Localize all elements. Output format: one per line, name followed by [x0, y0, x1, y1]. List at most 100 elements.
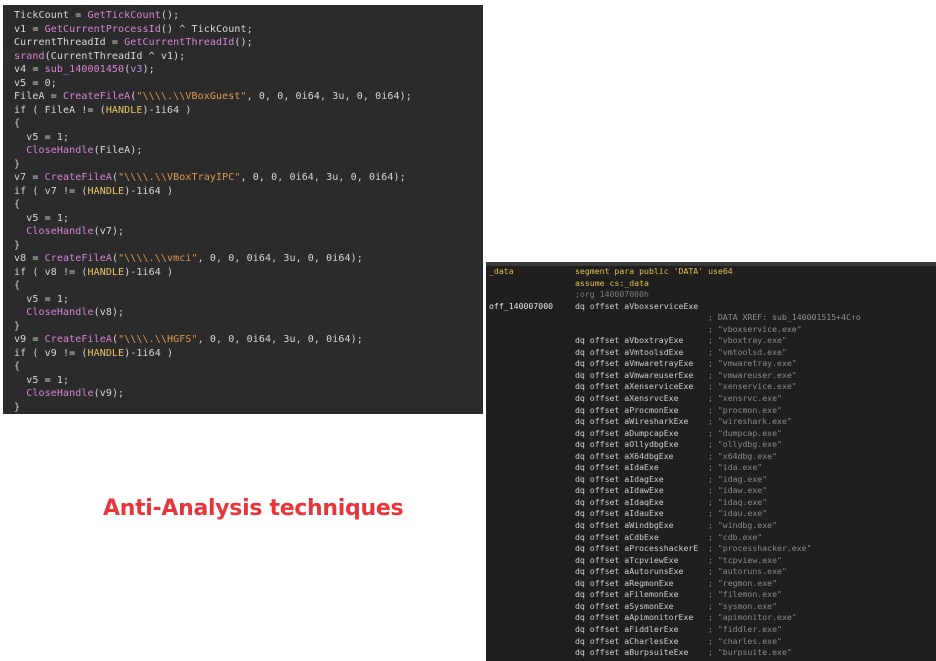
- dq-directive: dq offset: [575, 369, 625, 380]
- symbol-name: aAutorunsExe: [624, 566, 684, 577]
- asm-entry-instr: dq offset aSysmonExe: [575, 601, 674, 613]
- code-line: CloseHandle(v8);: [26, 307, 125, 318]
- process-name-string: "ida.exe": [717, 462, 763, 473]
- pseudocode-panel: TickCount = GetTickCount(); v1 = GetCurre…: [3, 5, 483, 414]
- symbol-name: aBurpsuiteExe: [624, 647, 689, 658]
- code-line: v9 = CreateFileA("\\\\.\\HGFS", 0, 0, 0i…: [14, 334, 363, 345]
- comment-marker: ;: [708, 404, 718, 415]
- asm-entry-instr: dq offset aIdaqExe: [575, 497, 664, 509]
- symbol-name: aCdbExe: [624, 531, 659, 542]
- process-name-string: "vmwaretray.exe": [717, 358, 797, 369]
- asm-entry: dq offset aCdbExe; "cdb.exe": [486, 532, 936, 544]
- asm-entry-instr: dq offset aFilemonExe: [575, 589, 679, 601]
- string-comment: ; "fiddler.exe": [708, 624, 782, 636]
- asm-entry-instr: dq offset aBurpsuiteExe: [575, 647, 688, 659]
- string-comment: ; "x64dbg.exe": [708, 451, 777, 463]
- process-name-string: "idaq.exe": [717, 496, 768, 507]
- asm-entry: dq offset aXenserviceExe; "xenservice.ex…: [486, 381, 936, 393]
- dq-directive: dq offset: [575, 554, 625, 565]
- asm-entry: dq offset aVmtoolsdExe; "vmtoolsd.exe": [486, 347, 936, 359]
- process-name-string: "idag.exe": [717, 473, 768, 484]
- process-name-string: "burpsuite.exe": [717, 647, 792, 658]
- dq-directive: dq offset: [575, 439, 625, 450]
- asm-entry-instr: dq offset aProcesshackerE: [575, 543, 698, 555]
- process-name-string: "autoruns.exe": [717, 566, 787, 577]
- code-line: {: [14, 118, 21, 129]
- code-line: v7 = CreateFileA("\\\\.\\VBoxTrayIPC", 0…: [14, 172, 406, 183]
- symbol-name: aIdaqExe: [624, 496, 664, 507]
- process-name-string: "vmtoolsd.exe": [717, 346, 787, 357]
- dq-directive: dq offset: [575, 381, 625, 392]
- process-name-string: "fiddler.exe": [717, 623, 782, 634]
- comment-marker: ;: [708, 577, 718, 588]
- string-comment: ; "autoruns.exe": [708, 566, 787, 578]
- asm-entry-instr: dq offset aCharlesExe: [575, 636, 679, 648]
- dq-directive: dq offset: [575, 496, 625, 507]
- dq-directive: dq offset: [575, 531, 625, 542]
- asm-entry-instr: dq offset aVmwareuserExe: [575, 370, 693, 382]
- symbol-name: aWindbgExe: [624, 520, 674, 531]
- code-line: v5 = 1;: [14, 293, 70, 305]
- string-comment: ; "vboxtray.exe": [708, 335, 787, 347]
- symbol-name: aIdawExe: [624, 485, 664, 496]
- code-line: {: [14, 199, 21, 210]
- asm-entry-instr: dq offset aIdawExe: [575, 485, 664, 497]
- asm-entry: dq offset aWindbgExe; "windbg.exe": [486, 520, 936, 532]
- symbol-name: aFiddlerExe: [624, 623, 679, 634]
- string-comment: ; "processhacker.exe": [708, 543, 812, 555]
- asm-entry: dq offset aApimonitorExe; "apimonitor.ex…: [486, 612, 936, 624]
- asm-table-start: off_140007000 dq offset aVboxserviceExe: [486, 301, 936, 313]
- xref-string-comment: ; "vboxservice.exe": [708, 323, 802, 334]
- comment-marker: ;: [708, 335, 718, 346]
- code-line: v8 = CreateFileA("\\\\.\\vmci", 0, 0, 0i…: [14, 253, 363, 264]
- dq-directive: dq offset: [575, 566, 625, 577]
- asm-entry-instr: dq offset aFiddlerExe: [575, 624, 679, 636]
- asm-entry: dq offset aFiddlerExe ; "fiddler.exe": [486, 624, 936, 636]
- process-name-string: "processhacker.exe": [717, 543, 812, 554]
- comment-marker: ;: [708, 543, 718, 554]
- dq-directive: dq offset: [575, 543, 625, 554]
- segment-directive: ;org 140007000h: [575, 289, 649, 300]
- symbol-name: aCharlesExe: [624, 635, 679, 646]
- symbol-name: aVmwaretrayExe: [624, 358, 694, 369]
- string-comment: ; "procmon.exe": [708, 405, 782, 417]
- code-line: if ( v7 != (HANDLE)-1i64 ): [14, 185, 174, 197]
- code-line: TickCount = GetTickCount();: [14, 10, 180, 21]
- dq-directive: dq offset: [575, 589, 625, 600]
- comment-marker: ;: [708, 427, 718, 438]
- comment-marker: ;: [708, 520, 718, 531]
- asm-entry: dq offset aDumpcapExe; "dumpcap.exe": [486, 428, 936, 440]
- code-line: {: [14, 361, 21, 372]
- process-name-string: "procmon.exe": [717, 404, 782, 415]
- string-comment: ; "vmwaretray.exe": [708, 358, 797, 370]
- comment-marker: ;: [708, 612, 718, 623]
- process-name-string: "regmon.exe": [717, 577, 778, 588]
- code-line: CloseHandle(FileA);: [26, 145, 143, 156]
- symbol-name: aProcesshackerE: [624, 543, 699, 554]
- code-line: v1 = GetCurrentProcessId() ^ TickCount;: [14, 23, 253, 35]
- process-name-string: "ollydbg.exe": [717, 439, 782, 450]
- process-name-string: "charles.exe": [717, 635, 782, 646]
- dq-directive: dq offset: [575, 393, 625, 404]
- asm-entry: dq offset aFilemonExe; "filemon.exe": [486, 589, 936, 601]
- asm-entry-instr: dq offset aX64dbgExe: [575, 451, 674, 463]
- symbol-name: aVmtoolsdExe: [624, 346, 684, 357]
- code-line: }: [14, 320, 21, 332]
- symbol-name: aApimonitorExe: [624, 612, 694, 623]
- code-line: v5 = 1;: [14, 131, 70, 143]
- code-line: }: [14, 239, 21, 251]
- symbol-name: aFilemonExe: [624, 589, 679, 600]
- asm-header-line: _data segment para public 'DATA' use64: [486, 266, 936, 278]
- symbol-name: aIdauExe: [624, 508, 664, 519]
- process-name-string: "apimonitor.exe": [717, 612, 797, 623]
- code-line: v5 = 1;: [14, 374, 70, 386]
- string-comment: ; "xenservice.exe": [708, 381, 797, 393]
- string-comment: ; "idaq.exe": [708, 497, 767, 509]
- dq-directive: dq offset: [575, 462, 625, 473]
- table-first-entry: dq offset aVboxserviceExe: [575, 300, 699, 311]
- asm-entry: dq offset aVmwaretrayExe ; "vmwaretray.ex…: [486, 358, 936, 370]
- asm-entry: dq offset aTcpviewExe; "tcpview.exe": [486, 555, 936, 567]
- process-name-string: "x64dbg.exe": [717, 450, 778, 461]
- asm-entry-instr: dq offset aVmwaretrayExe: [575, 358, 693, 370]
- asm-entry-instr: dq offset aApimonitorExe: [575, 612, 693, 624]
